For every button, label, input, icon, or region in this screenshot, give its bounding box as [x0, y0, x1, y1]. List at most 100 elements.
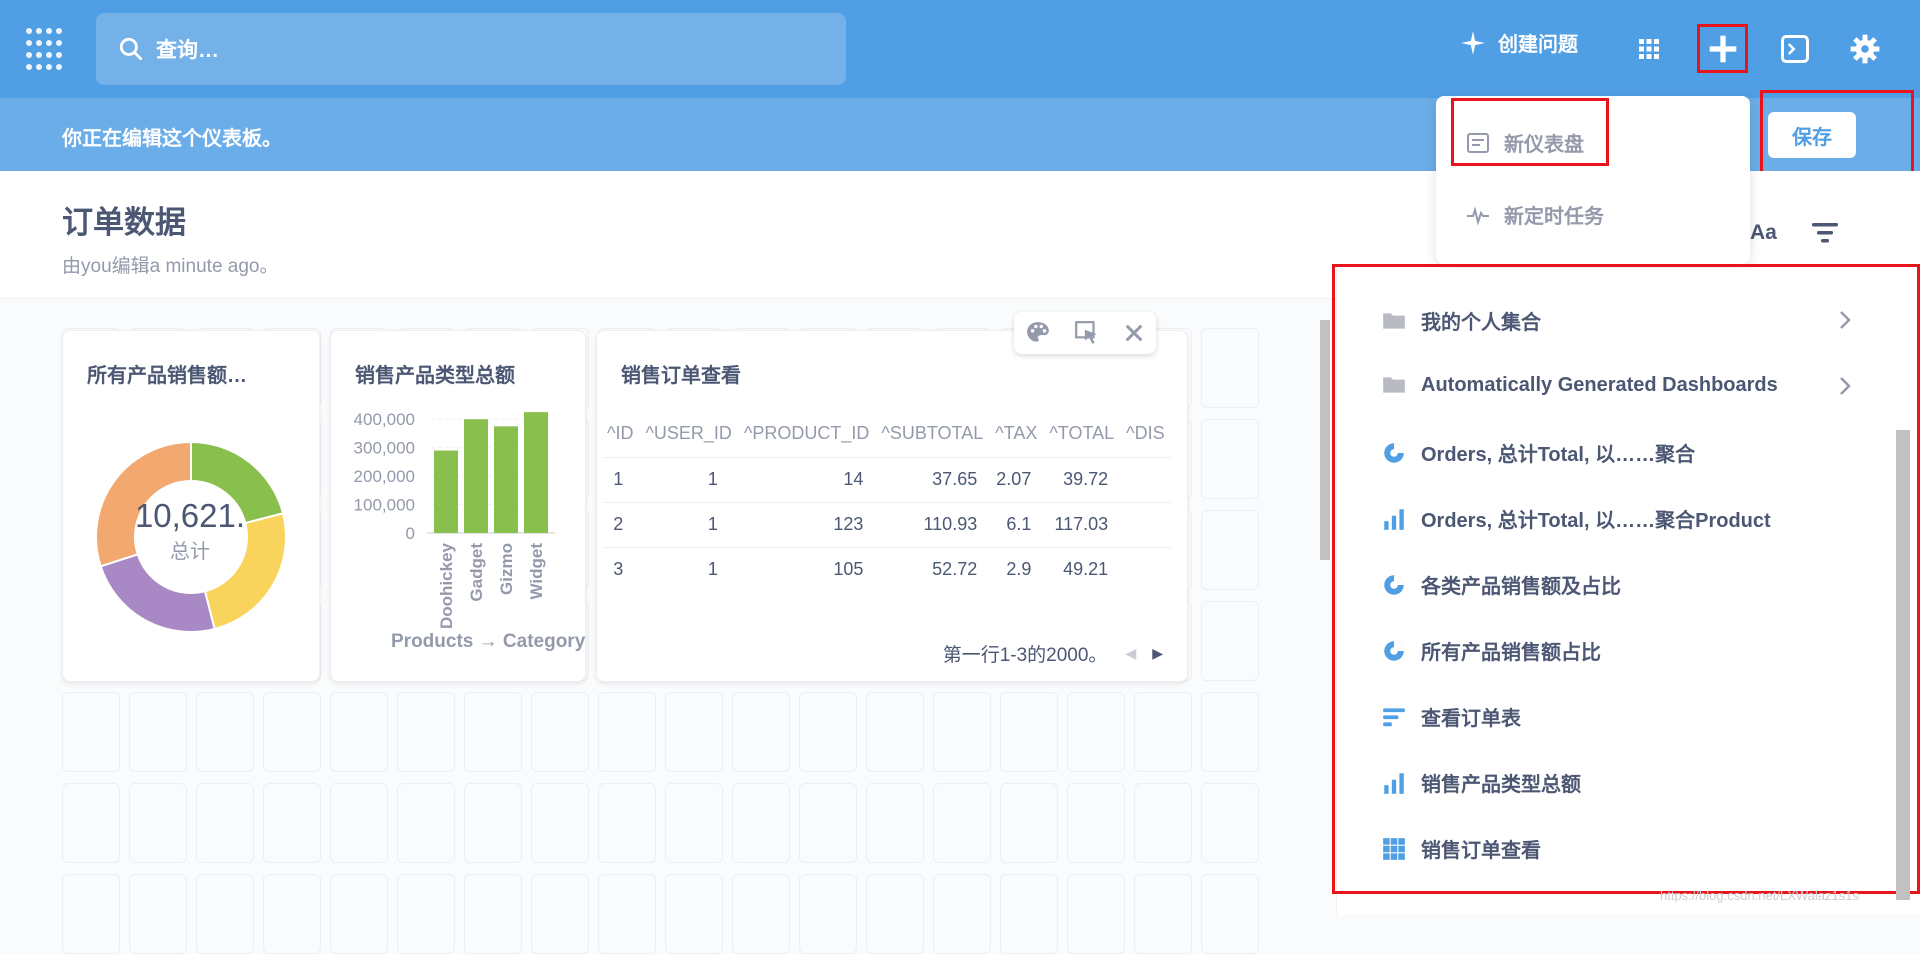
table-cell: 2.9: [989, 546, 1044, 592]
grid-cell: [1134, 874, 1192, 954]
grid-cell: [1067, 874, 1125, 954]
grid-cell: [799, 783, 857, 863]
table-cell: 105: [737, 546, 876, 592]
sql-editor-button[interactable]: [1774, 28, 1816, 70]
bar[interactable]: [494, 426, 518, 533]
table-cell: 1: [639, 546, 738, 592]
highlight-box: [1332, 264, 1920, 894]
click-behavior-icon[interactable]: [1074, 320, 1100, 346]
search-placeholder: 查询…: [156, 39, 219, 62]
highlight-box: [1451, 98, 1609, 166]
grid-cell: [1134, 783, 1192, 863]
grid-icon: [1639, 39, 1659, 59]
donut-slice[interactable]: [99, 553, 216, 633]
terminal-icon: [1781, 35, 1809, 63]
next-page-icon[interactable]: ▶: [1152, 645, 1163, 662]
grid-cell: [598, 783, 656, 863]
y-tick-label: 200,000: [354, 467, 415, 486]
scrollbar[interactable]: [1320, 320, 1330, 560]
bar[interactable]: [464, 419, 488, 533]
column-header[interactable]: ^ID: [603, 411, 639, 457]
grid-cell: [933, 874, 991, 954]
x-tick-label: Gadget: [467, 543, 486, 602]
grid-cell: [866, 783, 924, 863]
grid-cell: [531, 783, 589, 863]
grid-cell: [598, 692, 656, 772]
table-cell: 6.1: [989, 501, 1044, 547]
bar-x-axis-title: Products → Category: [391, 631, 586, 652]
card-title: 销售订单查看: [621, 365, 741, 387]
highlight-box: [1760, 90, 1914, 174]
column-header[interactable]: ^DIS: [1120, 411, 1170, 457]
grid-cell: [464, 783, 522, 863]
add-text-button[interactable]: Aa: [1750, 221, 1777, 245]
table-cell: 37.65: [875, 456, 990, 502]
x-tick-label: Gizmo: [497, 543, 516, 595]
grid-cell: [1201, 419, 1259, 499]
table-pagination: 第一行1-3的2000。 ◀ ▶: [943, 640, 1163, 667]
grid-cell: [62, 874, 120, 954]
grid-cell: [1201, 328, 1259, 408]
dashboard-title[interactable]: 订单数据: [62, 197, 186, 242]
card-actions-toolbar: [1014, 312, 1156, 354]
grid-cell: [1067, 692, 1125, 772]
column-header[interactable]: ^TOTAL: [1043, 411, 1120, 457]
close-icon[interactable]: [1123, 322, 1145, 344]
settings-button[interactable]: [1844, 28, 1886, 70]
grid-cell: [799, 874, 857, 954]
prev-page-icon[interactable]: ◀: [1125, 645, 1136, 662]
table-row: 2 1 123 110.93 6.1 117.03: [603, 501, 1171, 547]
donut-chart-card[interactable]: 所有产品销售额… 10,621. 总计: [62, 330, 320, 682]
grid-cell: [397, 692, 455, 772]
grid-cell: [129, 692, 187, 772]
grid-cell: [665, 692, 723, 772]
grid-cell: [1201, 510, 1259, 590]
table-row: 1 1 14 37.65 2.07 39.72: [603, 456, 1171, 502]
table-cell: 1: [639, 456, 738, 502]
y-tick-label: 100,000: [354, 496, 415, 515]
column-header[interactable]: ^SUBTOTAL: [875, 411, 989, 457]
grid-cell: [397, 874, 455, 954]
new-question-button[interactable]: 创建问题: [1460, 28, 1578, 57]
card-title: 所有产品销售额…: [87, 365, 247, 387]
orders-table-card[interactable]: 销售订单查看 ^ID ^USER_ID ^PRODUCT_ID ^SUBTOTA…: [596, 330, 1188, 682]
watermark: https://blog.csdn.net/LXWalaz1s1s: [1660, 888, 1859, 903]
grid-cell: [62, 783, 120, 863]
table-cell: 2: [603, 501, 640, 547]
bar[interactable]: [434, 450, 458, 533]
bar[interactable]: [524, 412, 548, 533]
table-cell: 52.72: [875, 546, 990, 592]
grid-cell: [732, 692, 790, 772]
y-tick-label: 0: [406, 524, 415, 543]
column-header[interactable]: ^TAX: [989, 411, 1043, 457]
grid-cell: [732, 783, 790, 863]
grid-cell: [1134, 692, 1192, 772]
new-question-label: 创建问题: [1498, 34, 1578, 56]
grid-cell: [1067, 783, 1125, 863]
table-row: 3 1 105 52.72 2.9 49.21: [603, 546, 1171, 592]
card-title: 销售产品类型总额: [355, 365, 515, 387]
grid-cell: [933, 692, 991, 772]
bar-chart-card[interactable]: 销售产品类型总额 400,000 300,000 200,000 100,000 0 Do…: [330, 330, 586, 682]
grid-cell: [1000, 783, 1058, 863]
grid-cell: [263, 874, 321, 954]
filter-icon[interactable]: [1810, 221, 1840, 245]
grid-cell: [598, 874, 656, 954]
search-input[interactable]: 查询…: [96, 13, 846, 85]
new-pulse-item[interactable]: 新定时任务: [1466, 200, 1604, 229]
grid-cell: [129, 874, 187, 954]
scrollbar[interactable]: [1896, 430, 1910, 900]
column-header[interactable]: ^PRODUCT_ID: [738, 411, 875, 457]
palette-icon[interactable]: [1025, 320, 1051, 346]
grid-cell: [1201, 874, 1259, 954]
table-header-row: ^ID ^USER_ID ^PRODUCT_ID ^SUBTOTAL ^TAX …: [603, 411, 1171, 457]
sparkle-icon: [1461, 30, 1485, 55]
apps-grid-icon[interactable]: [1628, 28, 1670, 70]
grid-cell: [464, 692, 522, 772]
metabase-logo-icon[interactable]: [26, 28, 66, 72]
grid-cell: [866, 874, 924, 954]
column-header[interactable]: ^USER_ID: [639, 411, 737, 457]
grid-cell: [196, 783, 254, 863]
grid-cell: [665, 874, 723, 954]
grid-cell: [129, 783, 187, 863]
